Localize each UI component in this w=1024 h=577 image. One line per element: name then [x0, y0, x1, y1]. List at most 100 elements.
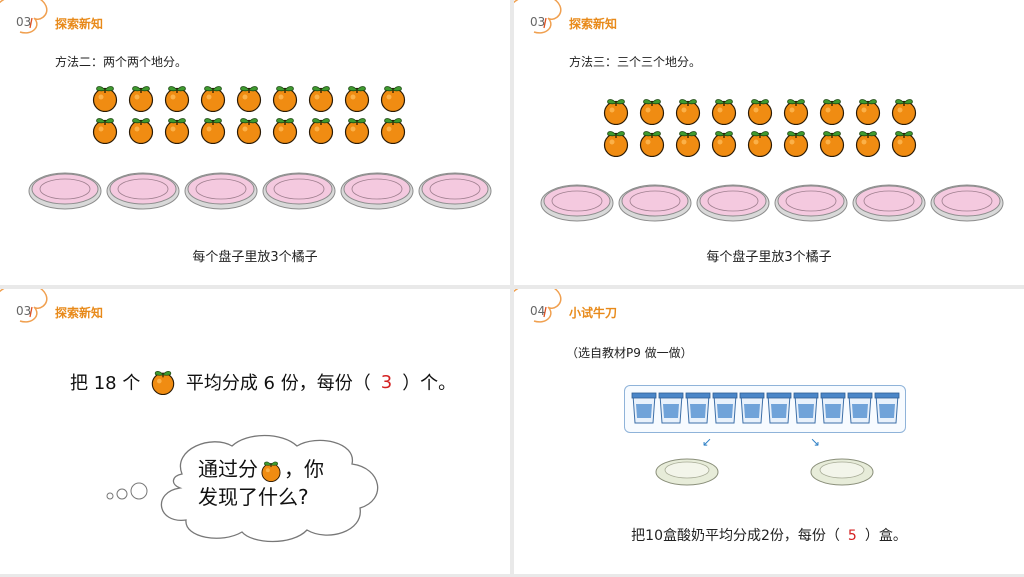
orange-icon — [747, 130, 773, 157]
yogurt-cup-icon — [793, 392, 819, 424]
orange-icon — [164, 117, 190, 144]
section-title: 探索新知 — [55, 306, 104, 320]
section-title: 探索新知 — [55, 17, 104, 31]
slide-panel-1: 03 探索新知 方法二：两个两个地分。 每个盘子里放3个橘子 — [0, 0, 510, 285]
question-part-1: 把 18 个 — [70, 373, 141, 394]
yogurt-group — [624, 385, 906, 433]
yogurt-cup-icon — [820, 392, 846, 424]
plate-row — [540, 182, 1004, 222]
orange-icon — [747, 98, 773, 125]
sentence-part-1: 把10盒酸奶平均分成2份，每份（ — [631, 528, 840, 544]
section-title: 小试牛刀 — [569, 306, 618, 320]
orange-icon — [272, 117, 298, 144]
orange-icon — [92, 117, 118, 144]
plate-icon — [184, 172, 258, 210]
yogurt-cup-icon — [847, 392, 873, 424]
yogurt-cup-icon — [766, 392, 792, 424]
answer-value: 5 — [847, 528, 857, 544]
division-question: 把 18 个 平均分成 6 份，每份（ 3 ）个。 — [70, 369, 456, 395]
yogurt-cup-icon — [658, 392, 684, 424]
orange-icon — [711, 98, 737, 125]
yogurt-cup-icon — [712, 392, 738, 424]
orange-icon — [344, 85, 370, 112]
bubble-line-1b: ，你 — [284, 457, 324, 481]
section-title: 探索新知 — [569, 17, 618, 31]
plate-icon — [262, 172, 336, 210]
orange-icon — [164, 85, 190, 112]
plate-icon — [810, 458, 874, 486]
method-label: 方法三：三个三个地分。 — [569, 55, 702, 69]
result-caption: 每个盘子里放3个橘子 — [192, 250, 318, 265]
yogurt-cup-icon — [631, 392, 657, 424]
orange-group — [602, 97, 926, 157]
orange-icon — [675, 130, 701, 157]
slide-panel-3: 03 探索新知 把 18 个 平均分成 6 份，每份（ 3 ）个。 通过分 ，你 发现… — [0, 289, 510, 574]
orange-icon — [380, 85, 406, 112]
yogurt-cups — [631, 392, 900, 425]
orange-icon — [128, 117, 154, 144]
orange-icon — [711, 130, 737, 157]
orange-icon — [200, 85, 226, 112]
plate-icon — [930, 184, 1004, 222]
orange-icon — [603, 98, 629, 125]
orange-icon — [308, 117, 334, 144]
orange-icon — [92, 85, 118, 112]
yogurt-cup-icon — [739, 392, 765, 424]
plate-icon — [696, 184, 770, 222]
bubble-line-1a: 通过分 — [198, 457, 258, 481]
orange-icon — [272, 85, 298, 112]
yogurt-question: 把10盒酸奶平均分成2份，每份（ 5 ）盒。 — [514, 525, 1024, 545]
plate-icon — [655, 458, 719, 486]
orange-icon — [783, 98, 809, 125]
section-number: 03 — [530, 15, 546, 29]
orange-icon — [855, 130, 881, 157]
arrow-down-left-icon: ↙ — [702, 435, 713, 449]
orange-icon — [603, 130, 629, 157]
question-part-2: 平均分成 6 份，每份（ — [185, 373, 371, 394]
yogurt-cup-icon — [874, 392, 900, 424]
result-caption: 每个盘子里放3个橘子 — [706, 250, 832, 265]
orange-icon — [855, 98, 881, 125]
orange-icon — [261, 460, 281, 482]
plate-icon — [852, 184, 926, 222]
orange-icon — [151, 370, 175, 395]
orange-icon — [639, 98, 665, 125]
orange-icon — [380, 117, 406, 144]
source-note: （选自教材P9 做一做） — [566, 346, 693, 360]
orange-icon — [344, 117, 370, 144]
plate-row — [28, 170, 492, 210]
plate-icon — [28, 172, 102, 210]
orange-icon — [891, 98, 917, 125]
orange-icon — [236, 117, 262, 144]
section-number: 04 — [530, 304, 546, 318]
orange-icon — [639, 130, 665, 157]
plate-icon — [340, 172, 414, 210]
question-part-3: ）个。 — [402, 373, 457, 394]
orange-group — [91, 84, 415, 144]
slide-panel-2: 03 探索新知 方法三：三个三个地分。 每个盘子里放3个橘子 — [514, 0, 1024, 285]
yogurt-cup-icon — [685, 392, 711, 424]
orange-icon — [128, 85, 154, 112]
plate-icon — [540, 184, 614, 222]
plate-icon — [418, 172, 492, 210]
orange-icon — [200, 117, 226, 144]
plate-icon — [618, 184, 692, 222]
orange-icon — [891, 130, 917, 157]
section-number: 03 — [16, 15, 32, 29]
arrow-down-right-icon: ↘ — [810, 435, 821, 449]
plate-icon — [106, 172, 180, 210]
bubble-line-2: 发现了什么? — [198, 485, 309, 509]
section-number: 03 — [16, 304, 32, 318]
sentence-part-2: ）盒。 — [864, 528, 907, 544]
thought-bubble-text: 通过分 ，你 发现了什么? — [198, 455, 324, 511]
orange-icon — [308, 85, 334, 112]
orange-icon — [783, 130, 809, 157]
plate-icon — [774, 184, 848, 222]
slide-panel-4: 04 小试牛刀 （选自教材P9 做一做） ↙ ↘ 把10盒酸奶平均分成2份，每份… — [514, 289, 1024, 574]
orange-icon — [819, 130, 845, 157]
answer-value: 3 — [380, 371, 393, 393]
method-label: 方法二：两个两个地分。 — [55, 55, 188, 69]
orange-icon — [236, 85, 262, 112]
orange-icon — [819, 98, 845, 125]
orange-icon — [675, 98, 701, 125]
